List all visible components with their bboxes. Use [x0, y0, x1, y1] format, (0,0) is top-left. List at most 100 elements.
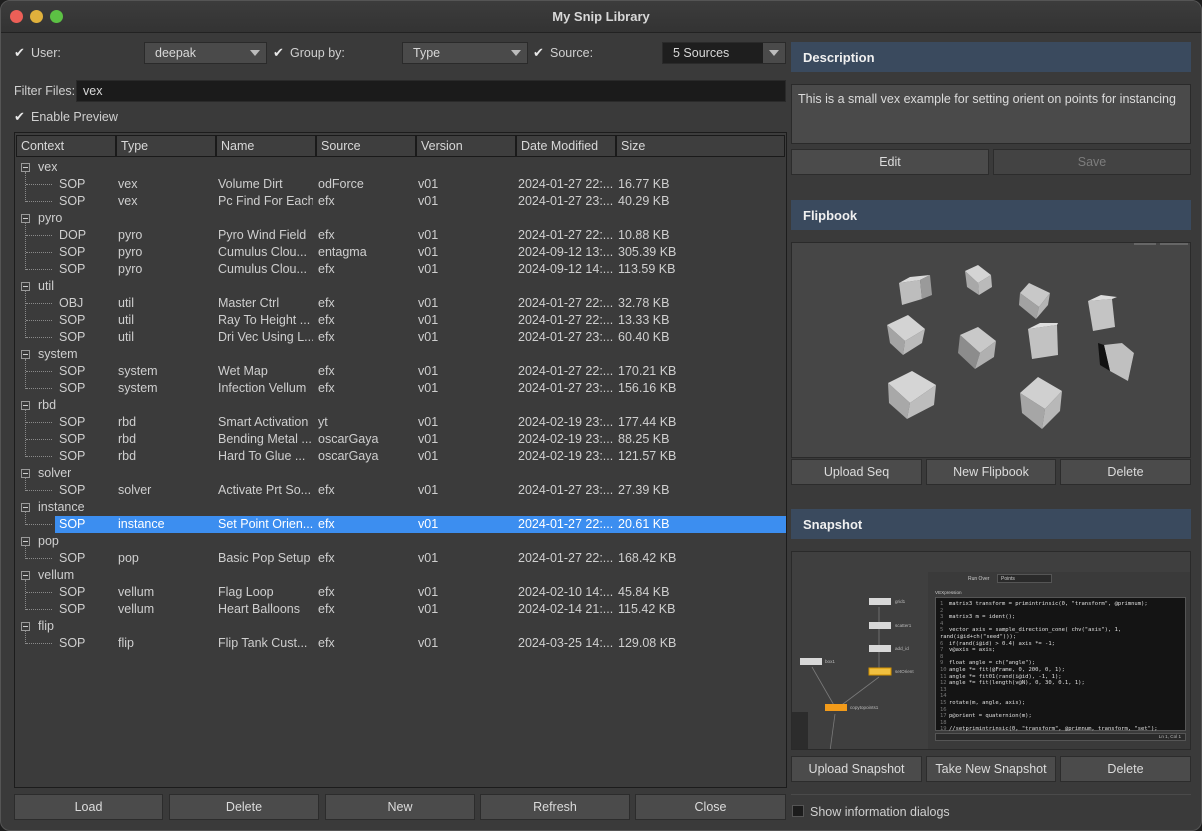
table-row[interactable]: SOP flip Flip Tank Cust... efx v01 2024-03-25… [15, 635, 786, 652]
line-number: 11 [940, 673, 947, 680]
cell-name: Cumulus Clou... [218, 245, 307, 259]
collapse-icon[interactable] [21, 282, 30, 291]
table-row[interactable]: SOP util Ray To Height ... efx v01 2024-01-27… [15, 312, 786, 329]
cell-source: odForce [318, 177, 364, 191]
cell-version: v01 [418, 432, 439, 446]
collapse-icon[interactable] [21, 469, 30, 478]
upload-seq-button[interactable]: Upload Seq [791, 459, 922, 485]
node-label: add_id [895, 646, 909, 651]
column-header-type[interactable]: Type [116, 135, 216, 157]
cell-context: DOP [59, 228, 87, 242]
description-text[interactable]: This is a small vex example for setting … [791, 84, 1191, 144]
column-header-source[interactable]: Source [316, 135, 416, 157]
collapse-icon[interactable] [21, 503, 30, 512]
group-row[interactable]: vellum [15, 567, 786, 584]
collapse-icon[interactable] [21, 350, 30, 359]
cell-source: efx [318, 585, 335, 599]
group-row[interactable]: pyro [15, 210, 786, 227]
enable-preview-checkbox[interactable]: ✔ [14, 110, 28, 124]
cell-type: system [118, 381, 158, 395]
line-number: 3 [940, 614, 944, 621]
cell-size: 20.61 KB [618, 517, 670, 531]
save-button[interactable]: Save [993, 149, 1191, 175]
window-title: My Snip Library [552, 9, 650, 24]
cell-source: efx [318, 381, 335, 395]
chevron-down-icon [769, 50, 779, 56]
cell-date-modified: 2024-02-10 14:... [518, 585, 613, 599]
refresh-button[interactable]: Refresh [480, 794, 630, 820]
column-header-size[interactable]: Size [616, 135, 785, 157]
collapse-icon[interactable] [21, 571, 30, 580]
edit-button[interactable]: Edit [791, 149, 989, 175]
table-row[interactable]: SOP pyro Cumulus Clou... efx v01 2024-09-12 1… [15, 261, 786, 278]
table-row[interactable]: SOP util Dri Vec Using L... efx v01 2024-01-2… [15, 329, 786, 346]
upload-snapshot-button[interactable]: Upload Snapshot [791, 756, 922, 782]
enable-preview-label: Enable Preview [31, 110, 118, 124]
take-new-snapshot-button[interactable]: Take New Snapshot [926, 756, 1056, 782]
table-row[interactable]: SOP pop Basic Pop Setup efx v01 2024-01-27 22… [15, 550, 786, 567]
snip-tree-view[interactable]: Context Type Name Source Version Date Mo… [14, 132, 787, 788]
new-flipbook-button[interactable]: New Flipbook [926, 459, 1056, 485]
collapse-icon[interactable] [21, 163, 30, 172]
flipbook-delete-button[interactable]: Delete [1060, 459, 1191, 485]
tree-branch-line [26, 303, 52, 304]
group-row[interactable]: util [15, 278, 786, 295]
table-row[interactable]: SOP system Infection Vellum efx v01 2024-01-2… [15, 380, 786, 397]
collapse-icon[interactable] [21, 537, 30, 546]
groupby-checkbox[interactable]: ✔ [273, 46, 287, 60]
tree-branch-line [26, 337, 52, 338]
cell-name: Flip Tank Cust... [218, 636, 308, 650]
show-info-checkbox[interactable] [792, 805, 804, 817]
table-row[interactable]: SOP vellum Flag Loop efx v01 2024-02-10 14:..… [15, 584, 786, 601]
group-row[interactable]: rbd [15, 397, 786, 414]
column-header-context[interactable]: Context [16, 135, 116, 157]
column-header-date-modified[interactable]: Date Modified [516, 135, 616, 157]
table-row[interactable]: SOP rbd Hard To Glue ... oscarGaya v01 2024-0… [15, 448, 786, 465]
source-checkbox[interactable]: ✔ [533, 46, 547, 60]
code-line: 4 [940, 621, 1181, 628]
cell-name: Volume Dirt [218, 177, 283, 191]
cell-type: solver [118, 483, 152, 497]
table-row[interactable]: SOP pyro Cumulus Clou... entagma v01 2024-09-… [15, 244, 786, 261]
group-row[interactable]: pop [15, 533, 786, 550]
table-row[interactable]: DOP pyro Pyro Wind Field efx v01 2024-01-27 2… [15, 227, 786, 244]
vex-code-panel: 1 matrix3 transform = primintrinsic(0, "t… [935, 597, 1186, 732]
table-row[interactable]: SOP vex Volume Dirt odForce v01 2024-01-27 22… [15, 176, 786, 193]
group-row[interactable]: vex [15, 159, 786, 176]
table-row[interactable]: OBJ util Master Ctrl efx v01 2024-01-27 22:..… [15, 295, 786, 312]
group-label: pop [38, 534, 59, 548]
snapshot-delete-button[interactable]: Delete [1060, 756, 1191, 782]
cell-date-modified: 2024-02-19 23:... [518, 415, 613, 429]
groupby-combo[interactable]: Type [402, 42, 528, 64]
group-row[interactable]: instance [15, 499, 786, 516]
user-checkbox[interactable]: ✔ [14, 46, 28, 60]
source-combo[interactable]: 5 Sources [662, 42, 786, 64]
group-row[interactable]: flip [15, 618, 786, 635]
column-header-version[interactable]: Version [416, 135, 516, 157]
table-row[interactable]: SOP rbd Smart Activation yt v01 2024-02-19 23… [15, 414, 786, 431]
table-row[interactable]: SOP system Wet Map efx v01 2024-01-27 22:... 1… [15, 363, 786, 380]
table-row[interactable]: SOP vellum Heart Balloons efx v01 2024-02-14 … [15, 601, 786, 618]
column-header-name[interactable]: Name [216, 135, 316, 157]
user-combo[interactable]: deepak [144, 42, 267, 64]
collapse-icon[interactable] [21, 401, 30, 410]
group-row[interactable]: system [15, 346, 786, 363]
group-row[interactable]: solver [15, 465, 786, 482]
collapse-icon[interactable] [21, 622, 30, 631]
table-row[interactable]: SOP instance Set Point Orien... efx v01 2024-… [15, 516, 786, 533]
cell-source: oscarGaya [318, 449, 379, 463]
table-row[interactable]: SOP solver Activate Prt So... efx v01 2024-01… [15, 482, 786, 499]
cell-context: SOP [59, 449, 86, 463]
load-button[interactable]: Load [14, 794, 163, 820]
delete-button[interactable]: Delete [169, 794, 319, 820]
close-button[interactable]: Close [635, 794, 786, 820]
filter-files-input[interactable]: vex [76, 80, 786, 102]
table-row[interactable]: SOP rbd Bending Metal ... oscarGaya v01 2024-… [15, 431, 786, 448]
tree-branch-line [26, 252, 52, 253]
line-number: 5 [940, 627, 944, 634]
collapse-icon[interactable] [21, 214, 30, 223]
cell-type: instance [118, 517, 165, 531]
table-row[interactable]: SOP vex Pc Find For Each efx v01 2024-01-27 2… [15, 193, 786, 210]
cell-date-modified: 2024-01-27 22:... [518, 517, 613, 531]
new-button[interactable]: New [325, 794, 475, 820]
